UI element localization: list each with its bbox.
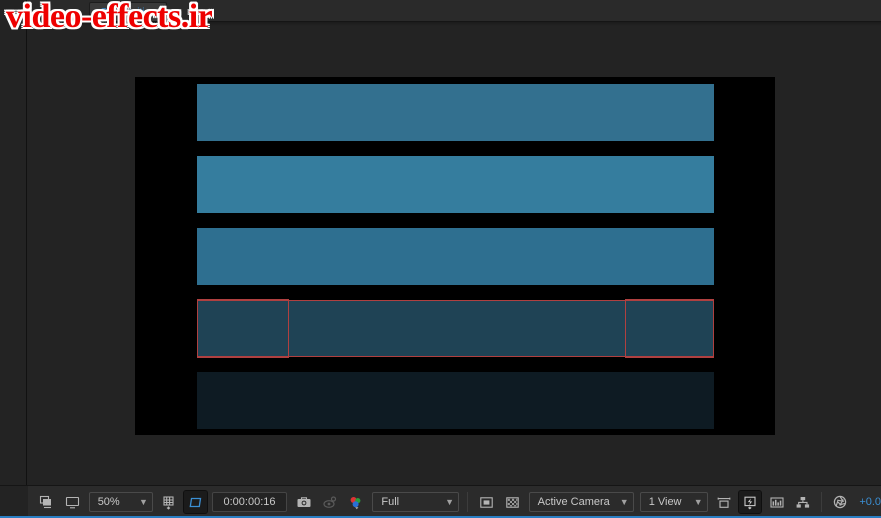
magnification-value: 50% [97, 496, 120, 508]
choose-grid-and-guide-icon[interactable] [158, 491, 180, 513]
chevron-down-icon: ▼ [693, 496, 703, 507]
pixel-aspect-ratio-correction-icon[interactable] [713, 491, 735, 513]
reset-exposure-icon[interactable] [829, 491, 851, 513]
comp-bar-layer[interactable] [197, 84, 714, 141]
camera-view-value: Active Camera [537, 496, 610, 508]
view-layout-value: 1 View [648, 496, 682, 508]
after-effects-composition-window: Composition 50% ▼ 0:00:00:16 Full ▼ Acti… [0, 0, 881, 518]
show-channel-icon[interactable] [345, 491, 367, 513]
composition-viewer[interactable] [28, 26, 881, 485]
camera-snapshot-icon[interactable] [292, 491, 314, 513]
panel-tab-strip: Composition [27, 0, 881, 22]
comp-bar-layer[interactable] [197, 156, 714, 213]
current-time-field[interactable]: 0:00:00:16 [211, 492, 288, 512]
toolbar-divider [821, 492, 822, 512]
comp-flowchart-icon[interactable] [792, 491, 814, 513]
chevron-down-icon: ▼ [619, 496, 629, 507]
composition-toolbar: 50% ▼ 0:00:00:16 Full ▼ Active Camera ▼ … [0, 485, 881, 518]
chevron-down-icon: ▼ [445, 496, 454, 507]
view-layout-select[interactable]: 1 View ▼ [639, 492, 708, 512]
resolution-select[interactable]: Full ▼ [372, 492, 459, 512]
comp-bar-layer[interactable] [197, 300, 714, 357]
exposure-value[interactable]: +0.0 [859, 496, 881, 508]
composition-canvas[interactable] [135, 77, 775, 435]
chevron-down-icon: ▼ [139, 496, 148, 507]
toolbar-divider [467, 492, 468, 512]
current-time-value: 0:00:00:16 [223, 496, 276, 508]
region-of-interest-icon[interactable] [183, 490, 208, 514]
resolution-value: Full [381, 496, 400, 508]
toggle-transparency-grid-icon[interactable] [475, 491, 497, 513]
camera-view-select[interactable]: Active Camera ▼ [528, 492, 634, 512]
main-viewer-icon[interactable] [61, 491, 83, 513]
comp-bar-layer[interactable] [197, 228, 714, 285]
tab-composition[interactable]: Composition [89, 2, 167, 21]
fast-previews-icon[interactable] [738, 490, 763, 514]
left-panel-rail [0, 0, 27, 518]
always-preview-icon[interactable] [35, 491, 57, 513]
timeline-icon[interactable] [765, 491, 787, 513]
magnification-select[interactable]: 50% ▼ [88, 492, 153, 512]
comp-bar-layer[interactable] [197, 372, 714, 429]
show-snapshot-icon[interactable] [319, 491, 341, 513]
toggle-mask-shape-visibility-icon[interactable] [501, 491, 523, 513]
